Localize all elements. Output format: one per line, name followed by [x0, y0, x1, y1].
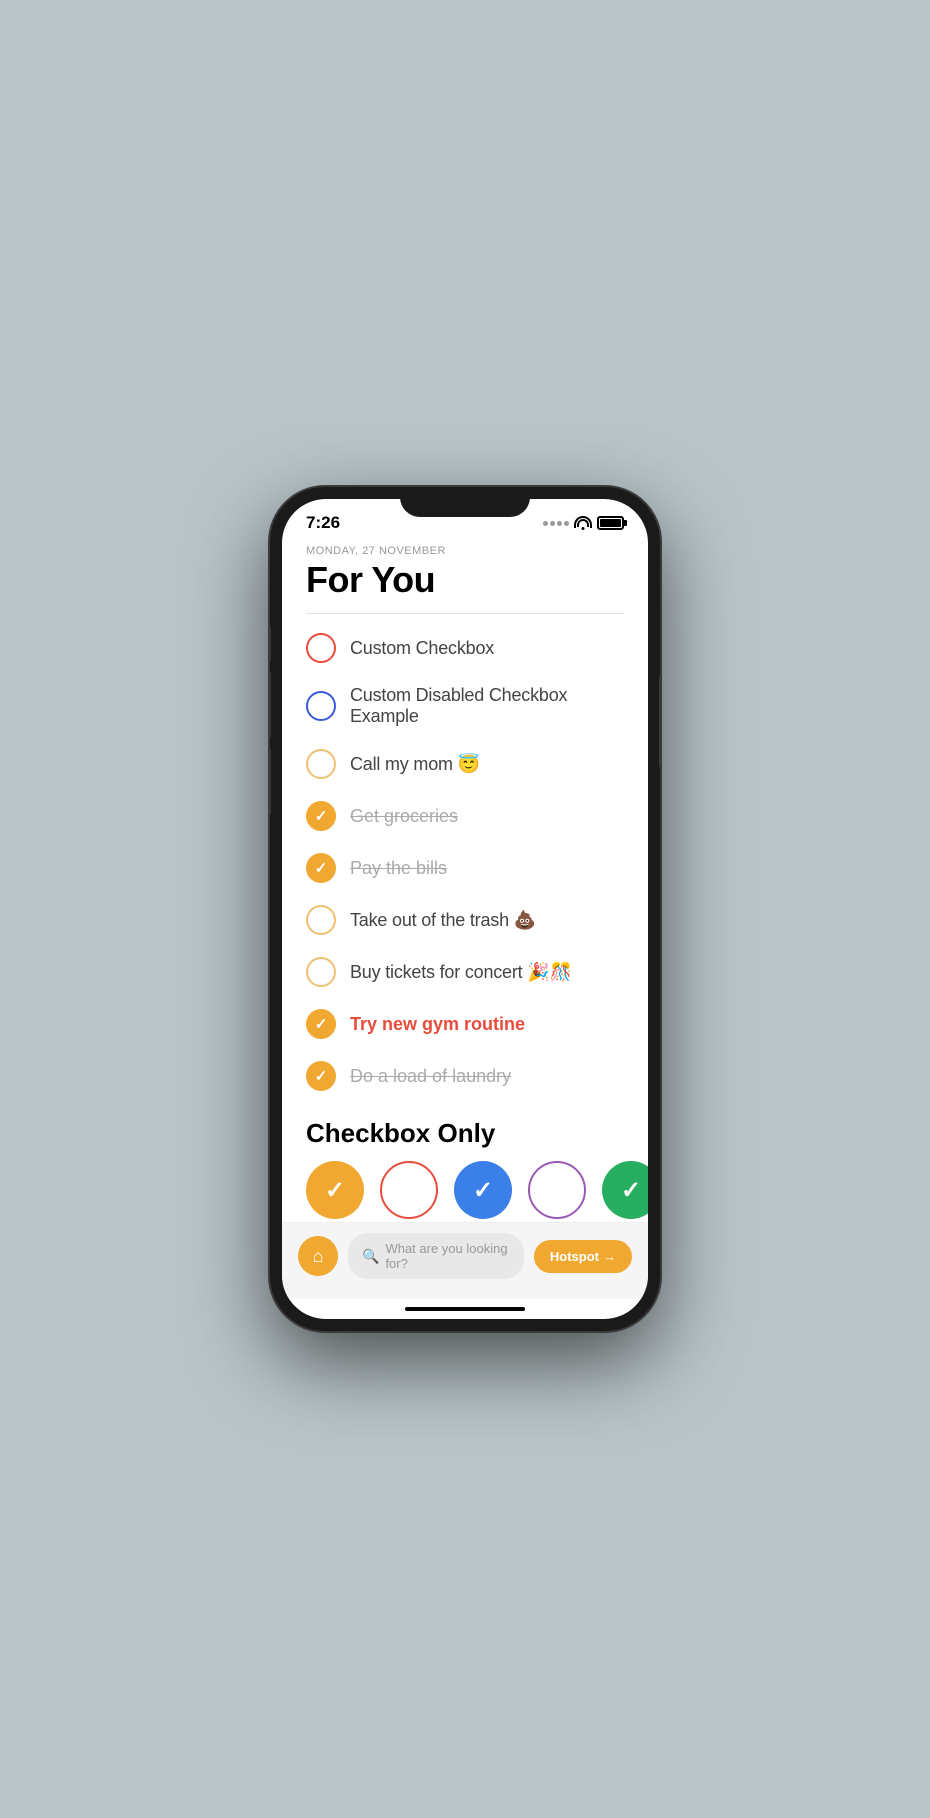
- search-icon: 🔍: [362, 1248, 379, 1265]
- task-label: Call my mom 😇: [350, 754, 480, 775]
- checkbox-filled-orange[interactable]: ✓: [306, 801, 336, 831]
- task-label: Try new gym routine: [350, 1014, 525, 1035]
- task-label: Pay the bills: [350, 858, 447, 879]
- task-label: Buy tickets for concert 🎉🎊: [350, 962, 572, 983]
- checkbox-empty-red[interactable]: [306, 633, 336, 663]
- task-item[interactable]: Buy tickets for concert 🎉🎊: [306, 946, 624, 998]
- side-button-vol-up: [270, 672, 271, 737]
- checkbox-empty-orange[interactable]: [306, 905, 336, 935]
- task-label: Custom Checkbox: [350, 638, 494, 659]
- battery-icon: [597, 516, 624, 530]
- task-item[interactable]: Take out of the trash 💩: [306, 894, 624, 946]
- signal-icon: [543, 521, 569, 526]
- home-button[interactable]: ⌂: [298, 1236, 338, 1276]
- page-title: For You: [306, 559, 624, 601]
- checkmark-icon: ✓: [315, 861, 328, 876]
- checkbox-empty-blue[interactable]: [306, 691, 336, 721]
- checkbox-filled-orange[interactable]: ✓: [306, 1009, 336, 1039]
- task-item[interactable]: Custom Checkbox: [306, 622, 624, 674]
- cb-purple-empty[interactable]: [528, 1161, 586, 1219]
- header-section: MONDAY, 27 NOVEMBER For You: [282, 541, 648, 613]
- task-label: Take out of the trash 💩: [350, 910, 536, 931]
- checkmark-icon: ✓: [315, 1017, 328, 1032]
- phone-screen: 7:26 MONDAY, 27 NOVEMBER: [282, 499, 648, 1319]
- task-item[interactable]: ✓ Try new gym routine: [306, 998, 624, 1050]
- hotspot-arrow-icon: →: [603, 1249, 616, 1264]
- bottom-bar: ⌂ 🔍 What are you looking for? Hotspot →: [282, 1222, 648, 1299]
- checkmark-icon: ✓: [325, 1176, 345, 1205]
- checkbox-filled-orange[interactable]: ✓: [306, 853, 336, 883]
- wifi-icon: [574, 516, 592, 530]
- side-button-vol-down: [270, 749, 271, 814]
- checkmark-icon: ✓: [473, 1176, 493, 1205]
- main-content: MONDAY, 27 NOVEMBER For You Custom Check…: [282, 541, 648, 1222]
- search-bar[interactable]: 🔍 What are you looking for?: [348, 1233, 524, 1279]
- task-list: Custom Checkbox Custom Disabled Checkbox…: [282, 622, 648, 1102]
- cb-blue-filled[interactable]: ✓: [454, 1161, 512, 1219]
- cb-orange-filled[interactable]: ✓: [306, 1161, 364, 1219]
- task-label: Get groceries: [350, 806, 458, 827]
- phone-frame: 7:26 MONDAY, 27 NOVEMBER: [270, 487, 660, 1331]
- checkmark-icon: ✓: [621, 1176, 641, 1205]
- section-title: Checkbox Only: [282, 1102, 648, 1161]
- home-indicator: [282, 1299, 648, 1319]
- task-label: Do a load of laundry: [350, 1066, 511, 1087]
- search-placeholder: What are you looking for?: [385, 1241, 509, 1271]
- cb-red-empty[interactable]: [380, 1161, 438, 1219]
- hotspot-label: Hotspot: [550, 1249, 599, 1264]
- checkbox-empty-orange[interactable]: [306, 749, 336, 779]
- side-button-mute: [270, 627, 271, 661]
- status-icons: [543, 516, 624, 530]
- phone-notch: [400, 487, 530, 517]
- header-divider: [306, 613, 624, 614]
- checkbox-filled-orange[interactable]: ✓: [306, 1061, 336, 1091]
- status-time: 7:26: [306, 513, 340, 533]
- task-item[interactable]: Call my mom 😇: [306, 738, 624, 790]
- task-item[interactable]: ✓ Pay the bills: [306, 842, 624, 894]
- checkmark-icon: ✓: [315, 809, 328, 824]
- cb-green-filled[interactable]: ✓: [602, 1161, 648, 1219]
- side-button-power: [659, 677, 660, 767]
- hotspot-button[interactable]: Hotspot →: [534, 1240, 632, 1273]
- checkmark-icon: ✓: [315, 1069, 328, 1084]
- checkbox-empty-orange[interactable]: [306, 957, 336, 987]
- checkbox-only-row: ✓ ✓ ✓: [282, 1161, 648, 1222]
- task-label: Custom Disabled Checkbox Example: [350, 685, 624, 727]
- home-icon: ⌂: [313, 1246, 324, 1267]
- date-label: MONDAY, 27 NOVEMBER: [306, 545, 624, 557]
- task-item[interactable]: ✓ Get groceries: [306, 790, 624, 842]
- task-item[interactable]: Custom Disabled Checkbox Example: [306, 674, 624, 738]
- task-item[interactable]: ✓ Do a load of laundry: [306, 1050, 624, 1102]
